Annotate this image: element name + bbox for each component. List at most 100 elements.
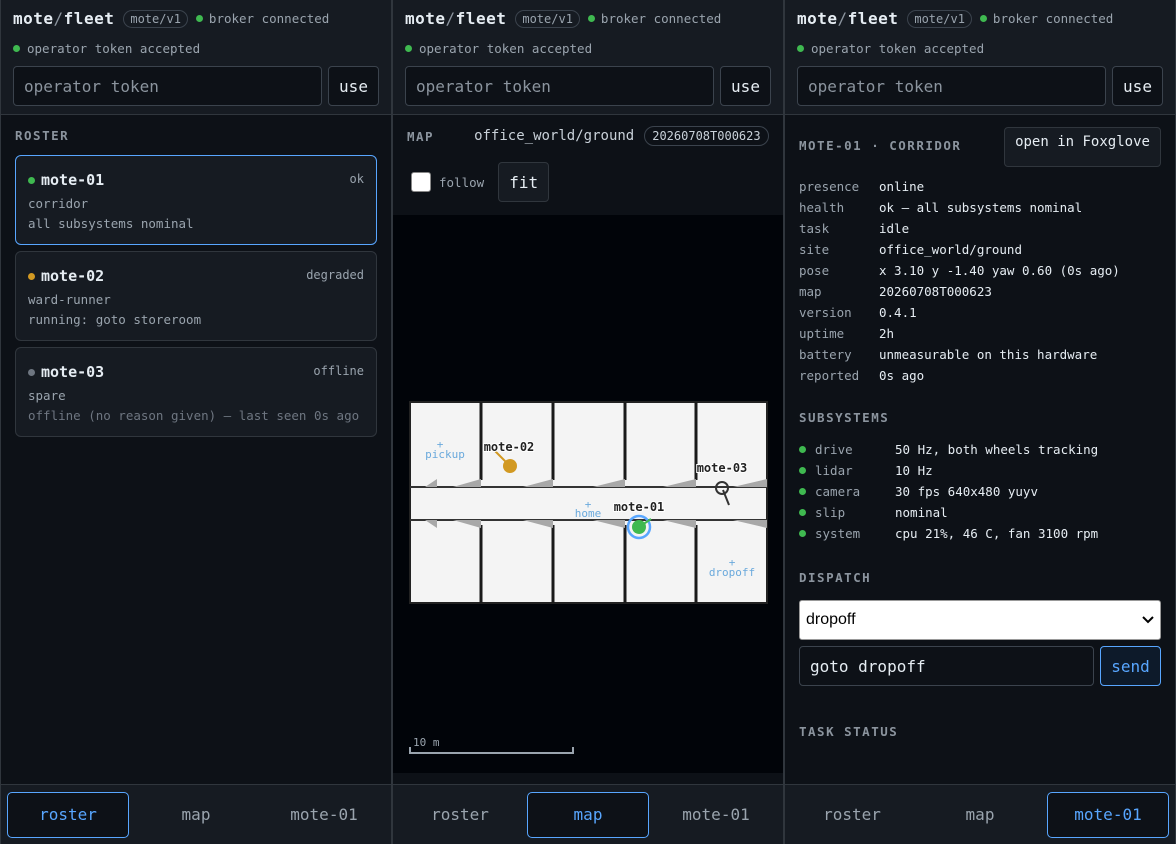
robot-mote-02-label: mote-02 xyxy=(484,440,535,454)
follow-checkbox[interactable] xyxy=(411,172,431,192)
robot-mote-02-icon[interactable] xyxy=(503,459,517,473)
mote-detail: running: goto storeroom xyxy=(28,312,202,327)
nav-roster[interactable]: roster xyxy=(791,792,913,838)
subsystem-row: camera 30 fps 640x480 yuyv xyxy=(799,481,1165,502)
nav-mote[interactable]: mote-01 xyxy=(1047,791,1169,838)
task-status-title: TASK STATUS xyxy=(799,724,899,739)
detail-title: MOTE-01 · CORRIDOR xyxy=(799,138,962,153)
mote-state: ok xyxy=(349,172,364,186)
roster-card-mote-02[interactable]: mote-02 degraded ward-runner running: go… xyxy=(15,251,377,341)
status-dot-icon xyxy=(13,45,20,52)
follow-label: follow xyxy=(439,174,485,190)
subsystems-title: SUBSYSTEMS xyxy=(799,410,890,425)
subsystem-row: slip nominal xyxy=(799,502,1165,523)
field-row: presence online xyxy=(799,179,925,194)
detail-fields: presence online health ok — all subsystems… xyxy=(799,176,1165,386)
dispatch-select[interactable]: dropoff xyxy=(799,600,1161,640)
token-status: operator token accepted xyxy=(405,41,592,56)
protocol-badge: mote/v1 xyxy=(515,9,580,28)
field-row: task idle xyxy=(799,221,910,236)
map-pane: mote/fleet mote/v1 broker connected oper… xyxy=(392,0,784,844)
roster-list: mote-01 ok corridor all subsystems nomin… xyxy=(15,155,377,443)
brand-logo: mote/fleet xyxy=(797,9,899,28)
subsystem-row: lidar 10 Hz xyxy=(799,460,1165,481)
mote-detail: all subsystems nominal xyxy=(28,216,194,231)
send-button[interactable]: send xyxy=(1100,646,1161,686)
dispatch-command-input[interactable] xyxy=(799,646,1094,686)
status-dot-icon xyxy=(195,15,203,22)
chevron-down-icon xyxy=(1142,616,1154,624)
map-canvas[interactable]: + pickup + home + dropoff mote-02 mote-0… xyxy=(393,215,783,773)
use-token-button[interactable]: use xyxy=(1112,66,1163,106)
bottom-nav: roster map mote-01 xyxy=(785,784,1175,844)
roster-card-mote-01[interactable]: mote-01 ok corridor all subsystems nomin… xyxy=(15,155,377,245)
broker-status: broker connected xyxy=(979,11,1113,26)
map-title: MAP xyxy=(407,128,435,144)
mote-name: mote-01 xyxy=(41,171,105,189)
status-dot-icon xyxy=(28,272,35,280)
status-dot-icon xyxy=(799,488,806,495)
field-row: reported 0s ago xyxy=(799,368,925,383)
nav-map[interactable]: map xyxy=(919,792,1041,838)
nav-map[interactable]: map xyxy=(135,792,257,838)
protocol-badge: mote/v1 xyxy=(123,9,188,28)
nav-map[interactable]: map xyxy=(527,791,649,838)
status-dot-icon xyxy=(799,467,806,474)
roster-card-mote-03[interactable]: mote-03 offline spare offline (no reason… xyxy=(15,347,377,437)
token-input[interactable] xyxy=(797,66,1106,106)
token-status: operator token accepted xyxy=(13,41,200,56)
status-dot-icon xyxy=(587,15,595,22)
robot-mote-01-label: mote-01 xyxy=(614,500,665,514)
mote-detail: offline (no reason given) — last seen 0s… xyxy=(28,408,360,423)
brand-logo: mote/fleet xyxy=(405,9,507,28)
roster-pane: mote/fleet mote/v1 broker connected oper… xyxy=(0,0,392,844)
nav-mote[interactable]: mote-01 xyxy=(263,792,385,838)
mote-state: offline xyxy=(313,364,364,378)
status-dot-icon xyxy=(799,530,806,537)
field-row: pose x 3.10 y -1.40 yaw 0.60 (0s ago) xyxy=(799,263,1120,278)
mote-name: mote-03 xyxy=(41,363,105,381)
waypoint-dropoff-label: dropoff xyxy=(709,566,755,579)
header: mote/fleet mote/v1 broker connected oper… xyxy=(785,0,1175,115)
robot-mote-03-label: mote-03 xyxy=(697,461,748,475)
nav-mote[interactable]: mote-01 xyxy=(655,792,777,838)
dispatch-title: DISPATCH xyxy=(799,570,872,585)
dispatch-select-value: dropoff xyxy=(806,611,856,628)
mote-name: mote-02 xyxy=(41,267,105,285)
bottom-nav: roster map mote-01 xyxy=(393,784,783,844)
status-dot-icon xyxy=(405,45,412,52)
broker-status: broker connected xyxy=(587,11,721,26)
broker-status: broker connected xyxy=(195,11,329,26)
status-dot-icon xyxy=(28,368,35,376)
status-dot-icon xyxy=(799,446,806,453)
mote-role: ward-runner xyxy=(28,292,111,307)
use-token-button[interactable]: use xyxy=(328,66,379,106)
waypoint-pickup-label: pickup xyxy=(425,448,465,461)
roster-title: ROSTER xyxy=(15,128,70,143)
mote-role: corridor xyxy=(28,196,89,211)
bottom-nav: roster map mote-01 xyxy=(1,784,391,844)
brand-logo: mote/fleet xyxy=(13,9,115,28)
use-token-button[interactable]: use xyxy=(720,66,771,106)
token-input[interactable] xyxy=(405,66,714,106)
map-site: office_world/ground xyxy=(474,128,635,144)
fit-button[interactable]: fit xyxy=(498,162,550,202)
nav-roster[interactable]: roster xyxy=(7,791,129,838)
protocol-badge: mote/v1 xyxy=(907,9,972,28)
open-foxglove-button[interactable]: open in Foxglove xyxy=(1004,127,1161,167)
status-dot-icon xyxy=(28,176,35,184)
subsystem-row: drive 50 Hz, both wheels tracking xyxy=(799,439,1165,460)
mote-role: spare xyxy=(28,388,66,403)
header: mote/fleet mote/v1 broker connected oper… xyxy=(393,0,783,115)
mote-state: degraded xyxy=(306,268,364,282)
subsystem-row: system cpu 21%, 46 C, fan 3100 rpm xyxy=(799,523,1165,544)
subsystems-list: drive 50 Hz, both wheels tracking lidar 10… xyxy=(799,439,1165,544)
field-row: version 0.4.1 xyxy=(799,305,917,320)
field-row: uptime 2h xyxy=(799,326,895,341)
waypoint-home-label: home xyxy=(575,507,602,520)
scale-label: 10 m xyxy=(413,736,440,749)
field-row: map 20260708T000623 xyxy=(799,284,992,299)
nav-roster[interactable]: roster xyxy=(399,792,521,838)
token-input[interactable] xyxy=(13,66,322,106)
token-status: operator token accepted xyxy=(797,41,984,56)
